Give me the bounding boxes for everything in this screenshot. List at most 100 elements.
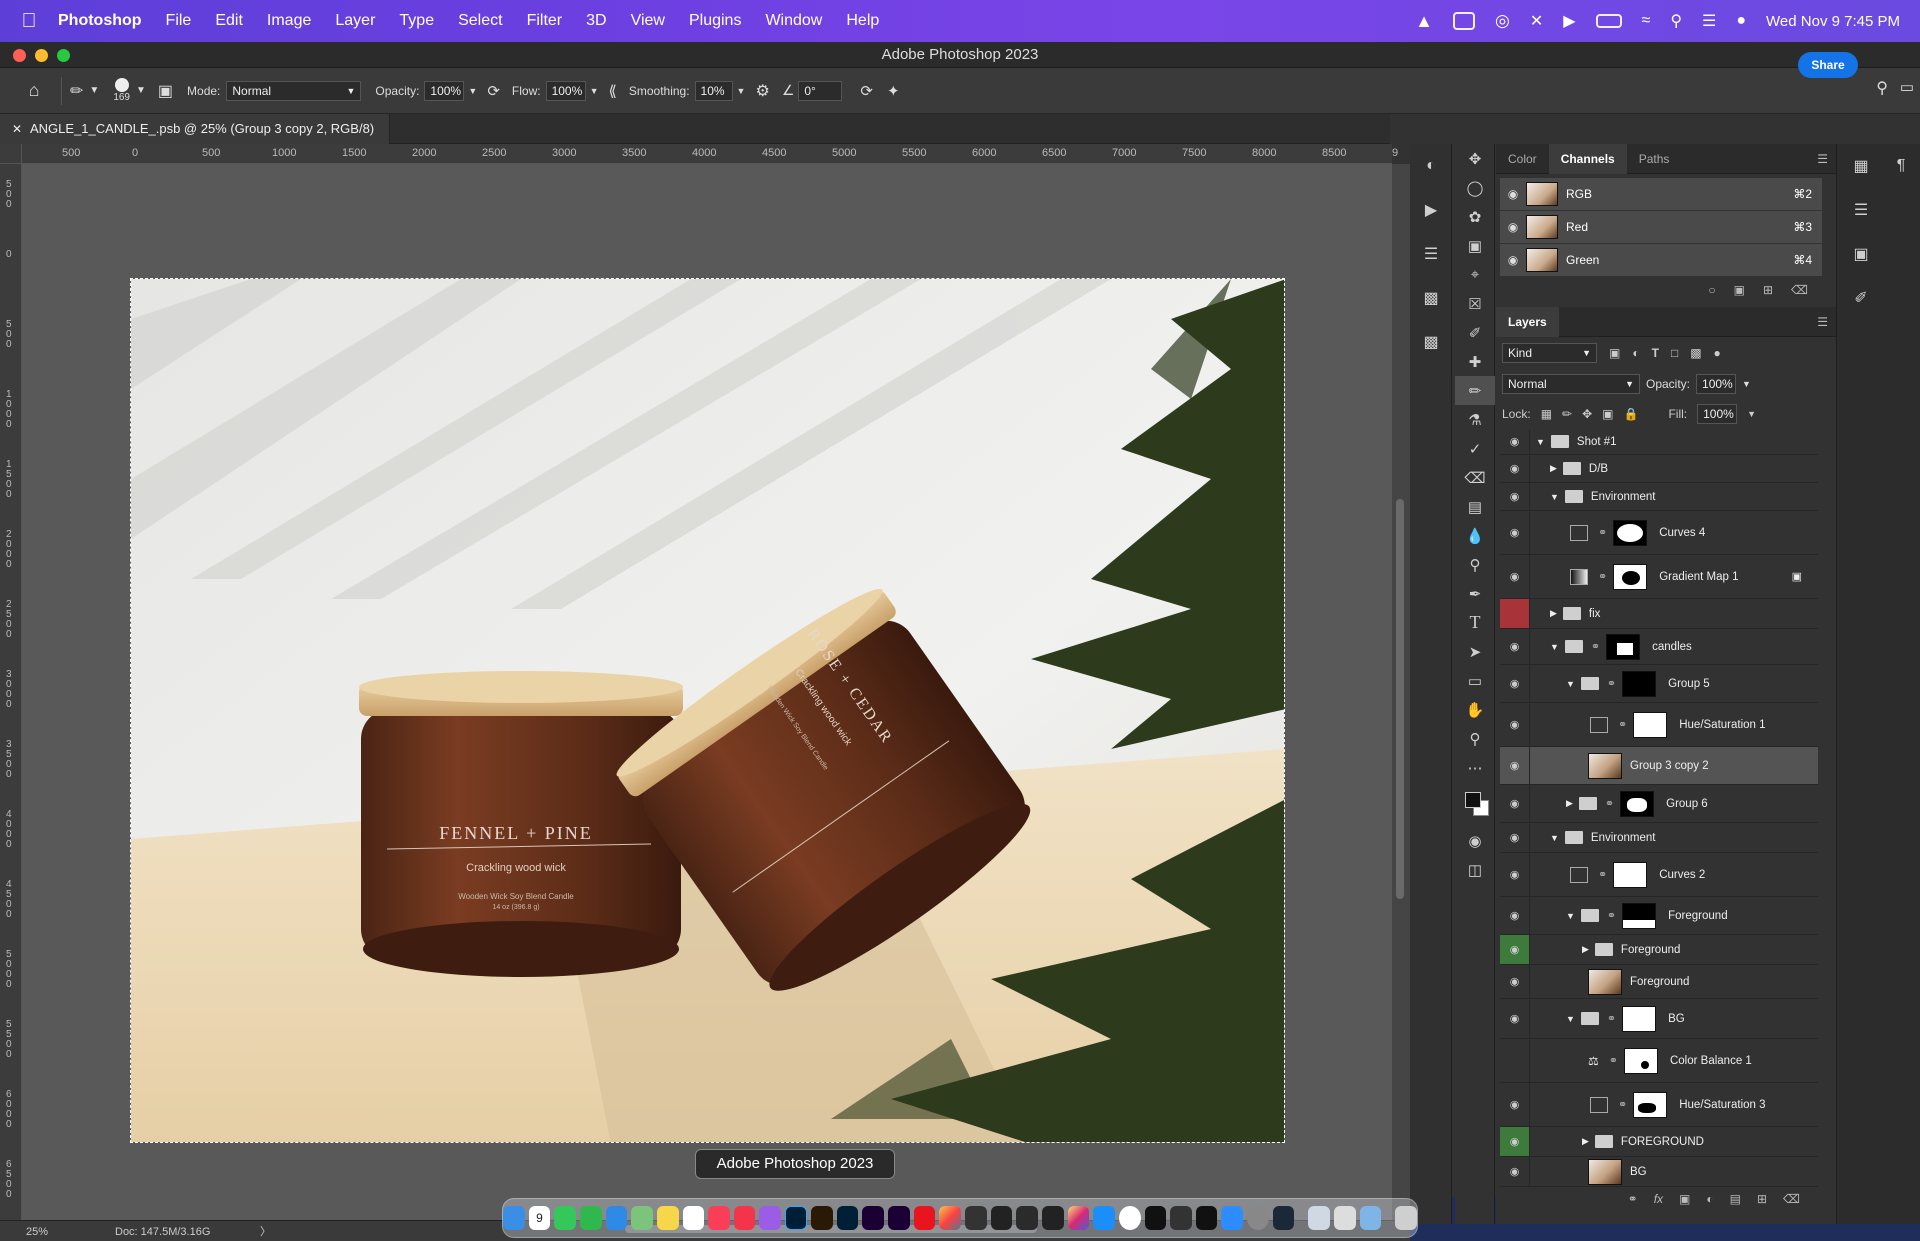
finder-icon[interactable] bbox=[502, 1206, 525, 1230]
eye-icon[interactable]: ◉ bbox=[1500, 429, 1530, 454]
document-tab[interactable]: ✕ ANGLE_1_CANDLE_.psb @ 25% (Group 3 cop… bbox=[0, 114, 390, 144]
brush-size-dropdown-icon[interactable]: ▼ bbox=[136, 85, 146, 96]
new-group-icon[interactable]: ▤ bbox=[1730, 1192, 1741, 1206]
menu-plugins[interactable]: Plugins bbox=[677, 12, 753, 30]
layer-row[interactable]: ◉ ▶ Foreground bbox=[1500, 935, 1818, 965]
libraries-icon[interactable]: ▩ bbox=[1410, 276, 1452, 320]
painter-icon[interactable] bbox=[1016, 1206, 1038, 1230]
frame-tool-icon[interactable]: ☒ bbox=[1455, 289, 1495, 318]
brush-app-icon[interactable] bbox=[1170, 1206, 1192, 1230]
eyedropper-tool-icon[interactable]: ✐ bbox=[1455, 318, 1495, 347]
dodge-tool-icon[interactable]: ⚲ bbox=[1455, 550, 1495, 579]
eye-icon[interactable]: ◉ bbox=[1500, 483, 1530, 510]
menu-3d[interactable]: 3D bbox=[574, 12, 618, 30]
layer-row[interactable]: ◉ BG bbox=[1500, 1157, 1818, 1187]
screen-icon[interactable] bbox=[1359, 1206, 1382, 1230]
menu-layer[interactable]: Layer bbox=[323, 12, 387, 30]
libraries-book-icon[interactable]: ▣ bbox=[1843, 232, 1879, 276]
lock-transparent-icon[interactable]: ▦ bbox=[1541, 407, 1552, 421]
minimize-window-button[interactable] bbox=[35, 49, 48, 62]
photos-icon[interactable] bbox=[939, 1206, 961, 1230]
davinci-icon[interactable] bbox=[964, 1206, 987, 1230]
layer-row[interactable]: ◉ Foreground bbox=[1500, 965, 1818, 999]
lock-pixels-icon[interactable]: ✏ bbox=[1562, 407, 1572, 421]
spotlight-icon[interactable]: ⚲ bbox=[1670, 11, 1682, 31]
collapse-arrow-icon[interactable]: ▼ bbox=[1550, 833, 1559, 843]
close-window-button[interactable] bbox=[13, 49, 26, 62]
load-selection-icon[interactable]: ○ bbox=[1708, 283, 1715, 297]
layer-mask-thumbnail[interactable] bbox=[1633, 711, 1668, 738]
app-icon[interactable] bbox=[1041, 1206, 1064, 1230]
reminders-icon[interactable] bbox=[682, 1206, 705, 1230]
layer-row[interactable]: ◉ ⚖ ⚭ Color Balance 1 bbox=[1500, 1039, 1818, 1083]
kind-filter-select[interactable]: Kind ▼ bbox=[1502, 343, 1597, 363]
collapse-arrow-icon[interactable]: ▼ bbox=[1566, 679, 1575, 689]
layer-row[interactable]: ◉ ▶ FOREGROUND bbox=[1500, 1127, 1818, 1157]
brush-size-preview[interactable]: 169 bbox=[113, 78, 130, 103]
layers-menu-icon[interactable]: ☰ bbox=[1817, 315, 1836, 329]
blend-mode-select[interactable]: Normal ▼ bbox=[1502, 374, 1640, 394]
color-swatches[interactable] bbox=[1455, 782, 1495, 826]
filter-toggle-icon[interactable]: ● bbox=[1714, 346, 1721, 360]
eye-off-icon[interactable]: ◉ bbox=[1500, 1039, 1530, 1082]
media-play-icon[interactable]: ▶ bbox=[1563, 11, 1575, 31]
steam-icon[interactable] bbox=[1272, 1206, 1295, 1230]
symmetry-icon[interactable]: ✦ bbox=[887, 82, 900, 100]
bridge-icon[interactable] bbox=[810, 1206, 833, 1230]
adjustments-icon[interactable]: ☰ bbox=[1410, 232, 1452, 276]
safari-icon[interactable] bbox=[605, 1206, 628, 1230]
link-layers-icon[interactable]: ⚭ bbox=[1628, 1192, 1638, 1206]
acrobat-icon[interactable] bbox=[913, 1206, 936, 1230]
brush-tool-icon[interactable]: ✏ bbox=[1455, 376, 1495, 405]
app-menu[interactable]: Photoshop bbox=[58, 12, 154, 30]
grid-panel-icon[interactable]: ▦ bbox=[1843, 144, 1879, 188]
tab-layers[interactable]: Layers bbox=[1496, 306, 1559, 337]
layer-row[interactable]: ◉ ▶ fix bbox=[1500, 599, 1818, 629]
stamp-tool-icon[interactable]: ⚗ bbox=[1455, 405, 1495, 434]
opacity-field[interactable]: 100% bbox=[424, 80, 465, 101]
display-icon[interactable] bbox=[1452, 12, 1475, 30]
fill-dropdown-icon[interactable]: ▼ bbox=[1747, 409, 1756, 419]
notion-icon[interactable] bbox=[1144, 1206, 1167, 1230]
eye-icon[interactable]: ◉ bbox=[1500, 220, 1526, 234]
add-mask-icon[interactable]: ▣ bbox=[1679, 1192, 1690, 1206]
new-layer-icon[interactable]: ⊞ bbox=[1757, 1192, 1767, 1206]
expand-arrow-icon[interactable]: ▶ bbox=[1582, 944, 1589, 955]
quick-mask-icon[interactable]: ◉ bbox=[1455, 826, 1495, 855]
layer-mask-thumbnail[interactable] bbox=[1633, 1091, 1668, 1118]
gradient-tool-icon[interactable]: ▤ bbox=[1455, 492, 1495, 521]
fx-icon[interactable]: fx bbox=[1654, 1192, 1663, 1206]
filter-smart-object-icon[interactable]: ▩ bbox=[1690, 346, 1701, 360]
fill-field[interactable]: 100% bbox=[1697, 404, 1738, 424]
layer-mask-thumbnail[interactable] bbox=[1623, 1047, 1658, 1074]
new-channel-icon[interactable]: ⊞ bbox=[1763, 283, 1773, 297]
capcut-icon[interactable] bbox=[1195, 1206, 1218, 1230]
zoom-level[interactable]: 25% bbox=[26, 1221, 48, 1241]
layer-row[interactable]: ◉ ▼ ⚭ BG bbox=[1500, 999, 1818, 1039]
clock[interactable]: Wed Nov 9 7:45 PM bbox=[1766, 13, 1900, 30]
channel-row[interactable]: ◉ RGB ⌘2 bbox=[1500, 178, 1822, 211]
trash-icon[interactable] bbox=[1395, 1206, 1418, 1230]
status-menu-arrow[interactable]: 〉 bbox=[260, 1221, 271, 1241]
history-brush-icon[interactable]: ◐ bbox=[1410, 144, 1452, 188]
pressure-size-icon[interactable]: ⟳ bbox=[860, 82, 873, 100]
eye-icon[interactable]: ◉ bbox=[1500, 629, 1530, 664]
menu-help[interactable]: Help bbox=[834, 12, 891, 30]
home-icon[interactable]: ⌂ bbox=[15, 80, 53, 101]
object-select-tool-icon[interactable]: ▣ bbox=[1455, 231, 1495, 260]
save-selection-icon[interactable]: ▣ bbox=[1734, 283, 1745, 297]
airbrush-icon[interactable]: ⟪ bbox=[609, 82, 617, 100]
eye-off-icon[interactable]: ◉ bbox=[1500, 599, 1530, 628]
eye-icon[interactable]: ◉ bbox=[1500, 555, 1530, 598]
collapse-arrow-icon[interactable]: ▼ bbox=[1566, 911, 1575, 921]
collapse-arrow-icon[interactable]: ▼ bbox=[1550, 492, 1559, 502]
layer-mask-thumbnail[interactable] bbox=[1622, 902, 1657, 929]
eye-icon[interactable]: ◉ bbox=[1500, 1083, 1530, 1126]
messages-icon[interactable] bbox=[554, 1206, 576, 1230]
battery-icon[interactable] bbox=[1595, 14, 1622, 28]
script-icon[interactable]: ✕ bbox=[1530, 11, 1543, 31]
eye-icon[interactable]: ◉ bbox=[1500, 935, 1530, 964]
trash-icon[interactable]: ⌫ bbox=[1783, 1192, 1800, 1206]
menu-view[interactable]: View bbox=[619, 12, 677, 30]
menu-edit[interactable]: Edit bbox=[203, 12, 255, 30]
